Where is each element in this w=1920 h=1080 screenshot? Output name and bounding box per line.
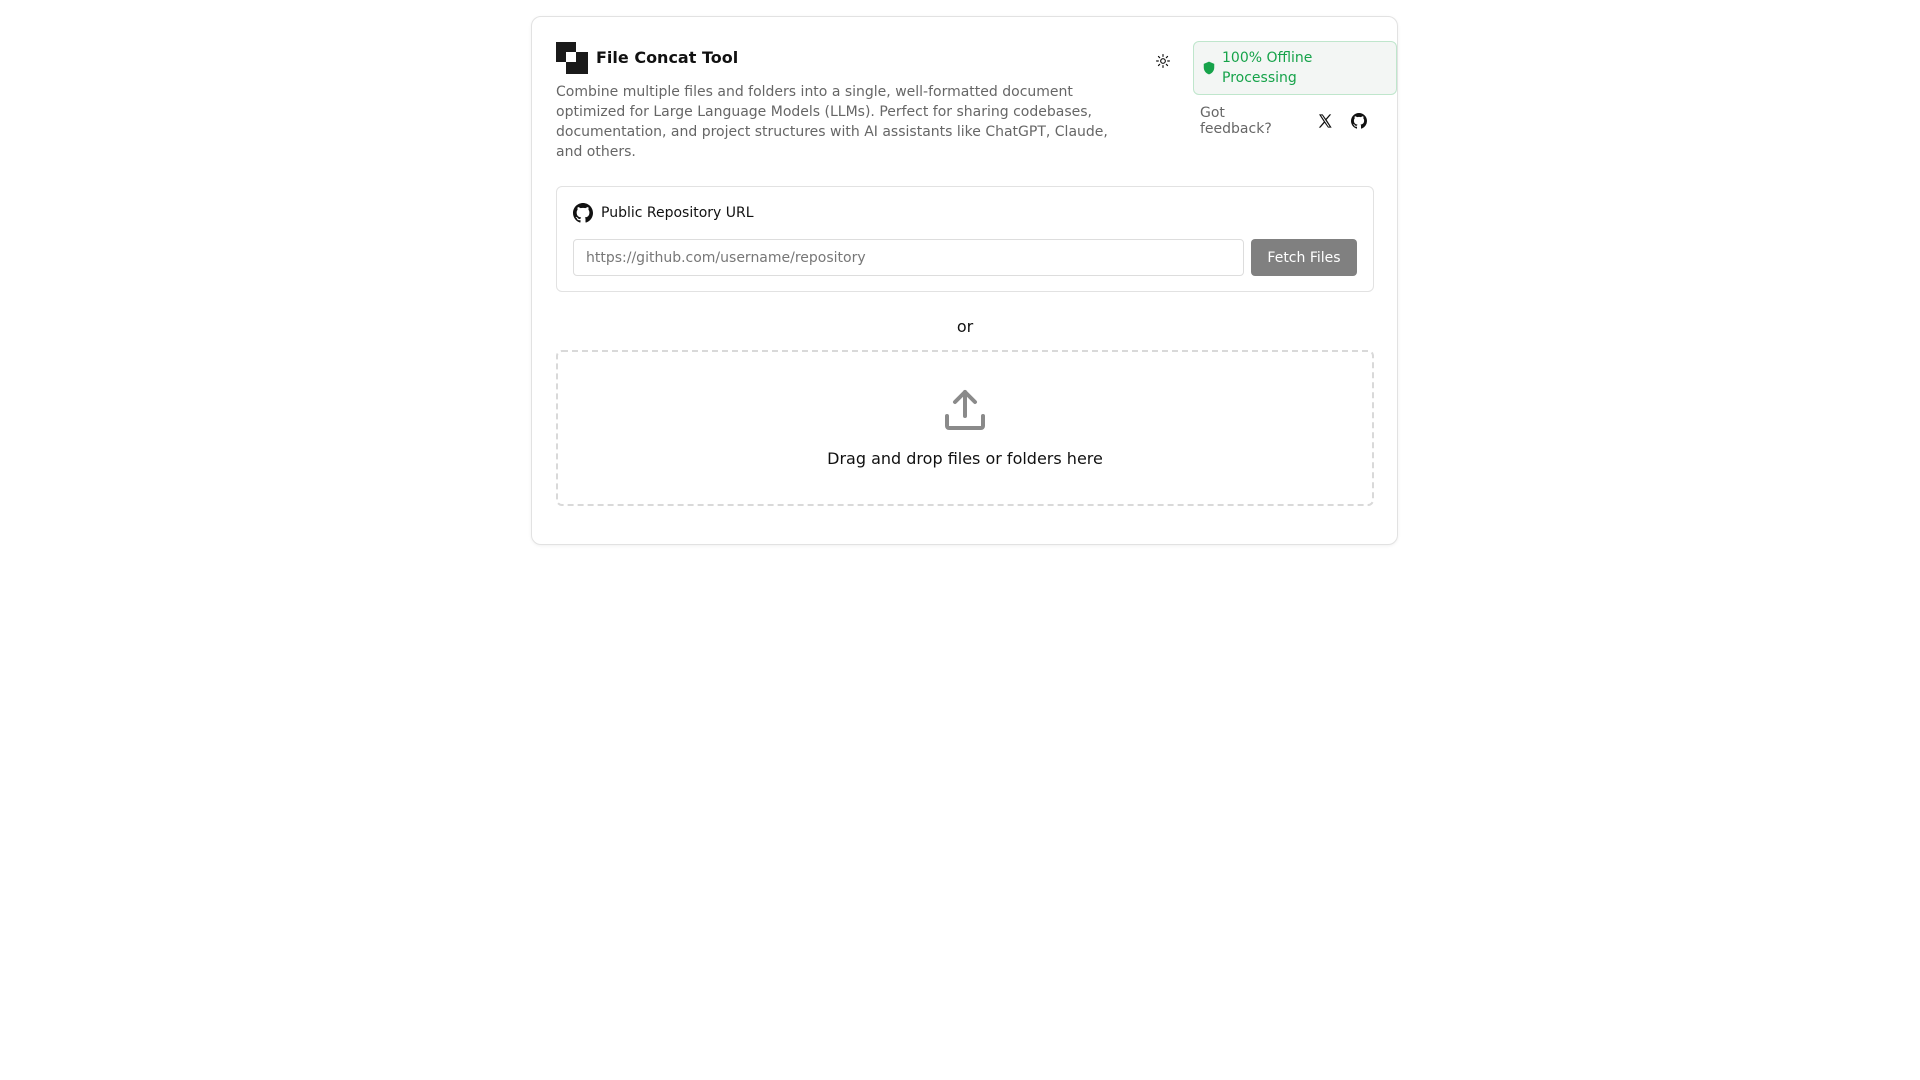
file-dropzone[interactable]: Drag and drop files or folders here [556,350,1374,506]
app-logo [556,41,588,74]
feedback-row: Got feedback? [1200,105,1374,137]
dropzone-text: Drag and drop files or folders here [827,449,1103,468]
sun-icon [1156,54,1170,68]
app-title: File Concat Tool [596,48,739,67]
github-icon [1351,113,1368,129]
title-row: File Concat Tool [556,41,738,74]
offline-processing-badge: 100% Offline Processing [1193,41,1397,95]
github-icon [573,203,593,223]
or-divider: or [956,317,974,336]
github-link[interactable] [1344,105,1374,137]
repository-label-row: Public Repository URL [573,202,754,224]
repository-section: Public Repository URL Fetch Files [556,186,1374,292]
shield-icon [1203,61,1215,75]
fetch-files-button[interactable]: Fetch Files [1251,239,1357,276]
feedback-label: Got feedback? [1200,105,1272,137]
app-description: Combine multiple files and folders into … [556,84,1108,160]
file-concat-card: File Concat Tool Combine multiple files … [531,16,1398,545]
repository-label: Public Repository URL [601,205,754,221]
x-twitter-icon [1319,114,1332,128]
header: File Concat Tool Combine multiple files … [556,41,1397,173]
x-twitter-link[interactable] [1310,105,1340,137]
offline-badge-text: 100% Offline Processing [1222,50,1313,86]
repository-url-input[interactable] [573,239,1244,276]
theme-toggle-button[interactable] [1153,51,1173,71]
upload-icon [945,390,985,430]
